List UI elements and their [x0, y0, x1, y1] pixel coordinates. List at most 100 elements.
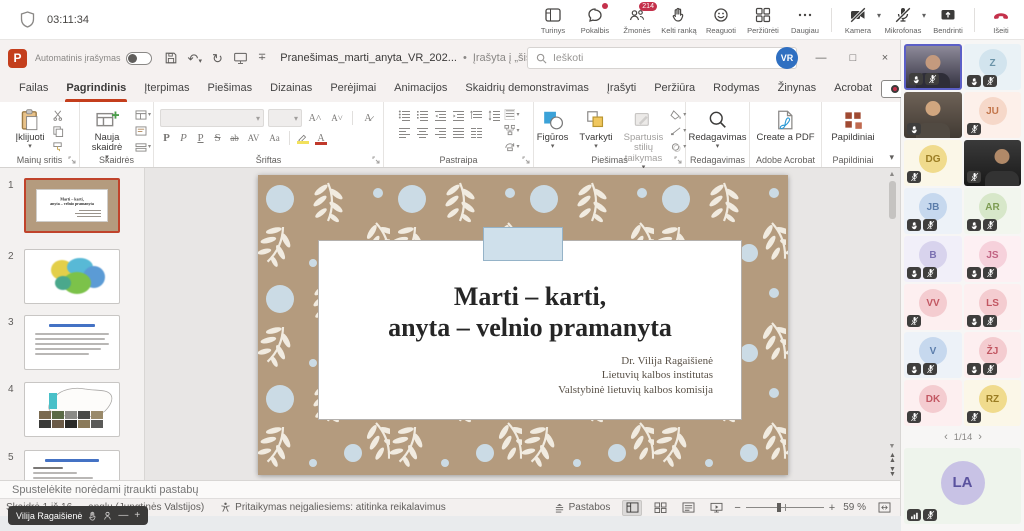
font-size-combobox[interactable]: ▾: [268, 109, 302, 127]
scrollbar-thumb[interactable]: [889, 181, 896, 219]
teams-kelti-ranka-button[interactable]: Kelti ranką: [658, 1, 700, 39]
participant-tile[interactable]: JS: [964, 236, 1021, 282]
redo-icon[interactable]: ↻: [212, 52, 223, 65]
participant-tile[interactable]: AR: [964, 188, 1021, 234]
reading-view-button[interactable]: [678, 500, 698, 516]
participant-tile[interactable]: Z: [964, 44, 1021, 90]
slide-thumbnail-1[interactable]: Marti – karti,anyta – velnio pramanyta: [24, 178, 120, 233]
start-slideshow-icon[interactable]: [233, 51, 248, 65]
participant-tile[interactable]: JU: [964, 92, 1021, 138]
dialog-launcher-icon[interactable]: [522, 156, 530, 164]
fit-to-window-button[interactable]: [874, 500, 894, 516]
slide-canvas[interactable]: Marti – karti, anyta – velnio pramanyta …: [145, 168, 884, 480]
object-rotate-icon[interactable]: ▾: [504, 140, 520, 153]
participant-tile[interactable]: V: [904, 332, 962, 378]
zoom-slider[interactable]: [746, 507, 824, 508]
teams-turinys-button[interactable]: Turinys: [532, 1, 574, 39]
convert-smartart-icon[interactable]: ▾: [504, 124, 520, 137]
teams-share-button[interactable]: Bendrinti: [927, 1, 969, 39]
close-button[interactable]: ×: [876, 52, 894, 64]
minimize-pill-icon[interactable]: —: [118, 511, 128, 521]
font-style-button-3[interactable]: S: [211, 132, 224, 144]
addins-button[interactable]: Papildiniai: [827, 105, 878, 145]
participant-tile[interactable]: DK: [904, 380, 962, 426]
teams-kamera-button[interactable]: Kamera: [837, 1, 879, 39]
zoom-out-button[interactable]: −: [734, 502, 740, 514]
maximize-button[interactable]: □: [844, 52, 862, 64]
arrange-button[interactable]: Tvarkyti▾: [575, 105, 616, 153]
create-pdf-button[interactable]: Create a PDF: [752, 105, 818, 145]
align-left-icon[interactable]: [398, 126, 411, 139]
person-icon[interactable]: [103, 511, 112, 521]
avatar[interactable]: VR: [776, 47, 798, 69]
scroll-up-icon[interactable]: ▲: [889, 171, 896, 178]
teams-pokalbis-button[interactable]: Pokalbis: [574, 1, 616, 39]
ribbon-tab-acrobat[interactable]: Acrobat: [825, 76, 881, 102]
previous-slide-button[interactable]: ▲▲: [889, 453, 895, 464]
participant-tile[interactable]: ŽJ: [964, 332, 1021, 378]
undo-icon[interactable]: ↶▾: [188, 52, 202, 65]
participant-tile[interactable]: LS: [964, 284, 1021, 330]
ribbon-tab-failas[interactable]: Failas: [10, 76, 57, 102]
editing-button[interactable]: Redagavimas▾: [684, 105, 750, 153]
scroll-down-icon[interactable]: ▼: [889, 443, 896, 450]
bullets-icon[interactable]: [398, 109, 411, 122]
dialog-launcher-icon[interactable]: [68, 156, 76, 164]
dialog-launcher-icon[interactable]: [372, 156, 380, 164]
ribbon-tab--ra-yti[interactable]: Įrašyti: [598, 76, 645, 102]
font-style-button-6[interactable]: Aa: [266, 133, 283, 143]
teams-leave-button[interactable]: Išeiti: [980, 1, 1022, 39]
vertical-scrollbar[interactable]: ▲ ▼ ▲▲ ▼▼: [886, 171, 898, 477]
featured-participant-tile[interactable]: LA: [904, 448, 1021, 524]
participant-tile[interactable]: VV: [904, 284, 962, 330]
participant-video-tile[interactable]: [964, 140, 1021, 186]
customize-qat-icon[interactable]: ∓: [258, 53, 266, 63]
teams-perziureti-button[interactable]: Peržiūrėti: [742, 1, 784, 39]
slide-layout-icon[interactable]: ▾: [135, 108, 151, 121]
ribbon-tab-rodymas[interactable]: Rodymas: [704, 76, 768, 102]
font-style-button-1[interactable]: P: [177, 132, 190, 144]
previous-page-icon[interactable]: ‹: [944, 431, 948, 443]
slide-text-card[interactable]: Marti – karti, anyta – velnio pramanyta …: [318, 240, 742, 420]
notes-toggle[interactable]: Pastabos: [554, 502, 611, 513]
ribbon-tab--terpimas[interactable]: Įterpimas: [135, 76, 198, 102]
columns-icon[interactable]: [470, 126, 483, 139]
shrink-font-icon[interactable]: A˅: [328, 113, 346, 123]
ribbon-tab-pagrindinis[interactable]: Pagrindinis: [57, 76, 135, 102]
slide-thumbnail-2[interactable]: [24, 249, 120, 304]
align-text-icon[interactable]: ▾: [504, 108, 520, 121]
teams-reaguoti-button[interactable]: Reaguoti: [700, 1, 742, 39]
section-icon[interactable]: ▾: [135, 140, 151, 153]
cut-icon[interactable]: [52, 108, 68, 121]
ribbon-tab-animacijos[interactable]: Animacijos: [385, 76, 456, 102]
highlight-color-icon[interactable]: [296, 134, 310, 143]
search-input[interactable]: Ieškoti: [527, 47, 797, 69]
expand-pill-icon[interactable]: +: [134, 511, 140, 521]
ribbon-tab-pie-imas[interactable]: Piešimas: [199, 76, 262, 102]
dialog-launcher-icon[interactable]: [674, 156, 682, 164]
minimize-button[interactable]: —: [812, 52, 830, 64]
next-page-icon[interactable]: ›: [978, 431, 982, 443]
collapse-ribbon-icon[interactable]: ▾: [889, 152, 894, 163]
slideshow-view-button[interactable]: [706, 500, 726, 516]
ribbon-tab-skaidri-demonstravimas[interactable]: Skaidrių demonstravimas: [456, 76, 598, 102]
ribbon-tab-per-i-ra[interactable]: Peržiūra: [645, 76, 704, 102]
teams-zmones-button[interactable]: Žmonės214: [616, 1, 658, 39]
teams-daugiau-button[interactable]: Daugiau: [784, 1, 826, 39]
participant-tile[interactable]: RZ: [964, 380, 1021, 426]
justify-icon[interactable]: [452, 126, 465, 139]
font-style-button-2[interactable]: P: [194, 132, 207, 144]
participant-tile[interactable]: DG: [904, 140, 962, 186]
autosave-toggle[interactable]: Automatinis įrašymas: [35, 52, 152, 65]
decrease-indent-icon[interactable]: [434, 109, 447, 122]
teams-mikrofonas-button[interactable]: Mikrofonas: [882, 1, 924, 39]
notes-pane[interactable]: Spustelėkite norėdami įtraukti pastabų: [0, 480, 900, 498]
participant-tile[interactable]: B: [904, 236, 962, 282]
font-style-button-4[interactable]: ab: [228, 133, 241, 143]
shapes-button[interactable]: Figūros▾: [533, 105, 573, 153]
presenter-pill[interactable]: Vilija Ragaišienė — +: [8, 506, 148, 525]
format-painter-icon[interactable]: [52, 140, 68, 153]
accessibility-status[interactable]: Pritaikymas neįgaliesiems: atitinka reik…: [220, 502, 446, 513]
current-slide[interactable]: Marti – karti, anyta – velnio pramanyta …: [258, 175, 788, 475]
slide-thumbnail-4[interactable]: [24, 382, 120, 437]
